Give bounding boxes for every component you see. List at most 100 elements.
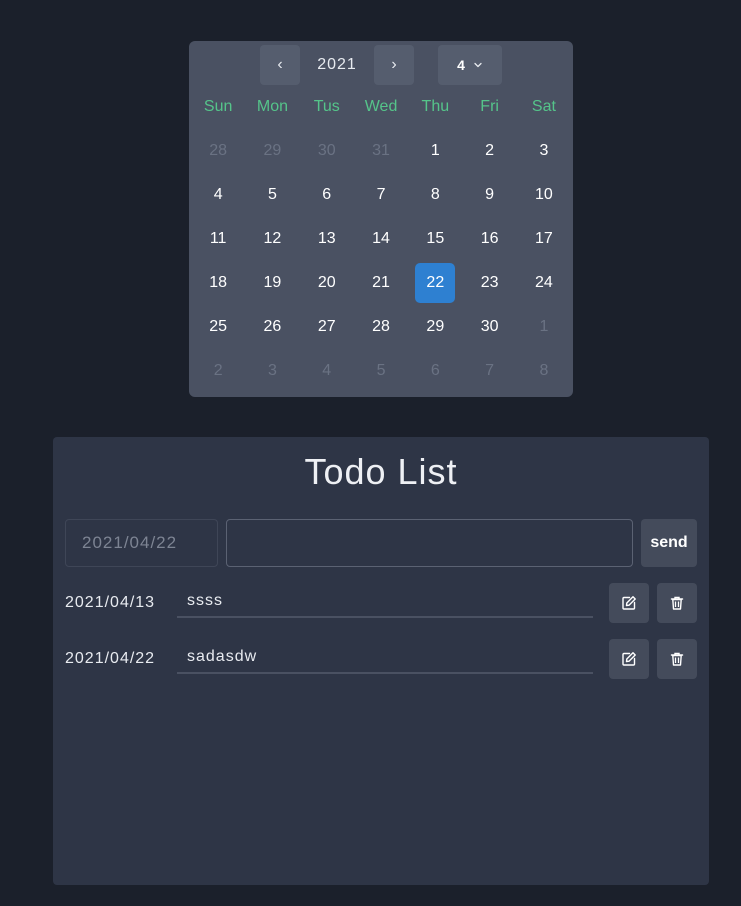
day-label: 6 xyxy=(430,362,440,379)
day-label: 27 xyxy=(317,318,336,335)
day-label: 12 xyxy=(263,230,282,247)
day-label: 9 xyxy=(485,186,495,203)
calendar: ‹ 2021 › 4 Sun Mon Tus Wed Thu Fri Sat 28 29 30 3… xyxy=(189,41,573,397)
day-label: 4 xyxy=(322,362,332,379)
day-cell[interactable]: 15 xyxy=(408,217,462,261)
next-year-button[interactable]: › xyxy=(374,45,414,85)
day-cell[interactable]: 26 xyxy=(245,305,299,349)
day-cell[interactable]: 13 xyxy=(300,217,354,261)
day-cell[interactable]: 11 xyxy=(191,217,245,261)
day-cell[interactable]: 31 xyxy=(354,129,408,173)
day-label: 26 xyxy=(263,318,282,335)
day-label: 17 xyxy=(535,230,553,247)
delete-button[interactable] xyxy=(657,583,697,623)
year-label: 2021 xyxy=(317,56,357,73)
day-cell[interactable]: 20 xyxy=(300,261,354,305)
day-cell[interactable]: 17 xyxy=(517,217,571,261)
day-cell[interactable]: 9 xyxy=(462,173,516,217)
day-label: 22 xyxy=(415,263,456,303)
day-label: 20 xyxy=(317,274,336,291)
day-label: 3 xyxy=(267,362,277,379)
day-cell[interactable]: 4 xyxy=(300,349,354,393)
day-grid: 28 29 30 31 1 2 3 4 5 6 7 8 9 10 11 12 13 14 15 16 17 18 19 20 2… xyxy=(191,129,571,393)
day-cell[interactable]: 28 xyxy=(354,305,408,349)
trash-icon xyxy=(669,651,685,667)
day-cell[interactable]: 12 xyxy=(245,217,299,261)
day-label: 25 xyxy=(209,318,228,335)
weekday-label: Mon xyxy=(256,98,288,115)
day-label: 7 xyxy=(485,362,495,379)
day-cell[interactable]: 28 xyxy=(191,129,245,173)
send-button[interactable]: send xyxy=(641,519,697,567)
day-label: 29 xyxy=(426,318,445,335)
day-cell[interactable]: 23 xyxy=(462,261,516,305)
day-cell[interactable]: 3 xyxy=(245,349,299,393)
month-select[interactable]: 4 xyxy=(438,45,502,85)
weekday-label: Thu xyxy=(421,98,450,115)
day-label: 15 xyxy=(426,230,445,247)
weekday-label: Tus xyxy=(313,98,340,115)
delete-button[interactable] xyxy=(657,639,697,679)
day-label: 23 xyxy=(480,274,499,291)
weekday-header: Sun Mon Tus Wed Thu Fri Sat xyxy=(191,85,571,129)
day-cell[interactable]: 5 xyxy=(245,173,299,217)
day-label: 19 xyxy=(263,274,282,291)
day-cell[interactable]: 2 xyxy=(191,349,245,393)
day-label: 5 xyxy=(376,362,386,379)
weekday-label: Sun xyxy=(203,98,233,115)
day-label: 10 xyxy=(535,186,553,203)
day-label: 8 xyxy=(430,186,440,203)
day-cell[interactable]: 5 xyxy=(354,349,408,393)
day-cell-selected[interactable]: 22 xyxy=(408,261,462,305)
day-label: 4 xyxy=(213,186,223,203)
day-cell[interactable]: 19 xyxy=(245,261,299,305)
day-cell[interactable]: 3 xyxy=(517,129,571,173)
day-cell[interactable]: 30 xyxy=(462,305,516,349)
day-label: 29 xyxy=(263,142,282,159)
day-cell[interactable]: 14 xyxy=(354,217,408,261)
day-label: 7 xyxy=(376,186,386,203)
todo-item-date: 2021/04/13 xyxy=(65,594,156,611)
day-label: 2 xyxy=(213,362,223,379)
edit-button[interactable] xyxy=(609,639,649,679)
day-cell[interactable]: 1 xyxy=(517,305,571,349)
todo-text-input[interactable] xyxy=(226,519,633,567)
day-cell[interactable]: 16 xyxy=(462,217,516,261)
edit-button[interactable] xyxy=(609,583,649,623)
day-label: 30 xyxy=(480,318,499,335)
day-cell[interactable]: 29 xyxy=(408,305,462,349)
day-cell[interactable]: 21 xyxy=(354,261,408,305)
trash-icon xyxy=(669,595,685,611)
prev-year-button[interactable]: ‹ xyxy=(260,45,300,85)
day-label: 2 xyxy=(485,142,495,159)
day-cell[interactable]: 6 xyxy=(300,173,354,217)
day-cell[interactable]: 7 xyxy=(462,349,516,393)
edit-icon xyxy=(621,651,637,667)
weekday-label: Wed xyxy=(364,98,398,115)
day-cell[interactable]: 8 xyxy=(517,349,571,393)
chevron-down-icon xyxy=(474,62,482,68)
day-cell[interactable]: 2 xyxy=(462,129,516,173)
day-label: 6 xyxy=(322,186,332,203)
day-cell[interactable]: 27 xyxy=(300,305,354,349)
day-cell[interactable]: 10 xyxy=(517,173,571,217)
day-cell[interactable]: 25 xyxy=(191,305,245,349)
day-cell[interactable]: 4 xyxy=(191,173,245,217)
todo-item-text[interactable]: sadasdw xyxy=(177,642,593,674)
todo-item-text[interactable]: ssss xyxy=(177,586,593,618)
day-cell[interactable]: 29 xyxy=(245,129,299,173)
day-cell[interactable]: 24 xyxy=(517,261,571,305)
day-label: 31 xyxy=(372,142,390,159)
todo-item: 2021/04/13 ssss xyxy=(53,583,709,623)
day-cell[interactable]: 7 xyxy=(354,173,408,217)
todo-item-date: 2021/04/22 xyxy=(65,650,156,667)
date-field[interactable] xyxy=(65,519,218,567)
day-cell[interactable]: 18 xyxy=(191,261,245,305)
day-cell[interactable]: 8 xyxy=(408,173,462,217)
weekday-label: Fri xyxy=(480,98,499,115)
day-cell[interactable]: 6 xyxy=(408,349,462,393)
day-label: 16 xyxy=(480,230,499,247)
day-label: 11 xyxy=(209,230,227,247)
day-cell[interactable]: 1 xyxy=(408,129,462,173)
day-cell[interactable]: 30 xyxy=(300,129,354,173)
